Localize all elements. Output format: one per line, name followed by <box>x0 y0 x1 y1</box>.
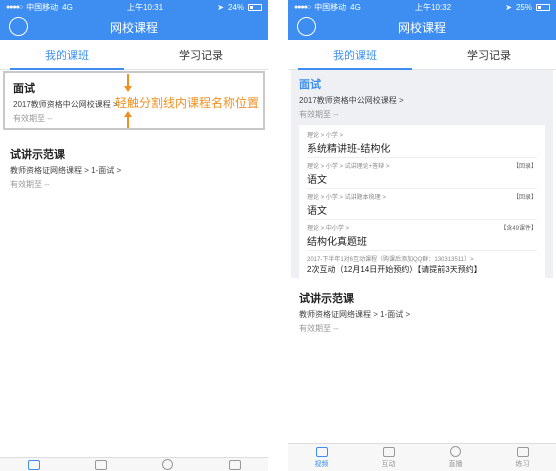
lesson-name[interactable]: 系统精讲班-结构化 <box>307 140 537 155</box>
arrow-down-icon <box>124 86 132 92</box>
tabbar-label: 视频 <box>314 460 329 468</box>
tabbar-practice[interactable] <box>201 458 268 471</box>
pen-icon <box>94 459 107 470</box>
lesson-item[interactable]: 理论 > 小学 > 系统精讲班-结构化 <box>307 127 537 158</box>
pencil-icon <box>228 459 241 470</box>
signal-icon: ●●●●○ <box>294 3 311 11</box>
tab-bar: 我的课班 学习记录 <box>288 40 556 70</box>
course-title[interactable]: 面试 <box>299 76 545 92</box>
lesson-list: 理论 > 小学 > 系统精讲班-结构化 理论 > 小学 > 试讲理论+答辩 > … <box>299 125 545 279</box>
lesson-name[interactable]: 结构化真题班 <box>307 233 537 248</box>
signal-icon: ●●●●○ <box>6 3 23 11</box>
network-label: 4G <box>62 2 73 12</box>
battery-percent: 24% <box>227 2 244 12</box>
battery-percent: 25% <box>515 2 532 12</box>
page-title: 网校课程 <box>109 20 158 35</box>
course-item-demo[interactable]: 试讲示范课 教师资格证网络课程 > 1-面试 > 有效期至 -- <box>0 138 268 194</box>
time-label: 上午10:31 <box>127 2 164 12</box>
lesson-path: 理论 > 小学 > <box>307 133 344 139</box>
lesson-tag: 【回录】 <box>512 164 537 170</box>
avatar-icon[interactable] <box>297 17 316 36</box>
status-bar: ●●●●○ 中国移动 4G 上午10:31 ➤ 24% <box>0 0 268 14</box>
tabbar-label: 互动 <box>381 460 396 468</box>
annotation-arrow-down <box>127 116 129 128</box>
carrier-label: 中国移动 <box>314 2 347 12</box>
location-icon: ➤ <box>217 2 224 12</box>
tab-my-classes[interactable]: 我的课班 <box>288 40 422 70</box>
phone-screen-left: ●●●●○ 中国移动 4G 上午10:31 ➤ 24% 网校课程 我的课班 学习… <box>0 0 268 471</box>
live-icon <box>162 459 173 470</box>
phone-screen-right: ●●●●○ 中国移动 4G 上午10:32 ➤ 25% 网校课程 我的课班 学习… <box>288 0 556 471</box>
course-subtitle[interactable]: 2017教师资格中公网校课程 > <box>299 95 545 106</box>
video-icon <box>27 459 40 470</box>
course-subtitle[interactable]: 教师资格证网络课程 > 1-面试 > <box>10 165 258 176</box>
network-label: 4G <box>350 2 361 12</box>
tabbar-video[interactable] <box>0 458 67 471</box>
lesson-item[interactable]: 理论 > 中小学 > 结构化真题班 【含49课件】 <box>307 220 537 251</box>
annotation-text: 轻触分割线内课程名称位置 <box>115 96 260 110</box>
course-expire: 有效期至 -- <box>299 324 339 333</box>
tab-study-records[interactable]: 学习记录 <box>134 40 268 69</box>
tabbar-label: 直播 <box>448 461 463 468</box>
bottom-tabbar: 视频 互动 直播 练习 <box>288 443 556 471</box>
lesson-path: 理论 > 小学 > 试讲理论+答辩 > <box>307 164 390 170</box>
tabbar-live[interactable]: 直播 <box>422 444 489 471</box>
lesson-name[interactable]: 语文 <box>307 171 537 186</box>
tabbar-video[interactable]: 视频 <box>288 444 355 471</box>
arrow-up-icon <box>124 111 132 117</box>
lesson-item[interactable]: 2017-下半年1对6互动课程（购课后添加QQ群：130313511）> 2次互… <box>307 251 537 277</box>
course-expire: 有效期至 -- <box>13 114 53 123</box>
course-title[interactable]: 试讲示范课 <box>10 146 258 162</box>
pencil-icon <box>516 446 529 457</box>
course-subtitle[interactable]: 教师资格证网络课程 > 1-面试 > <box>299 309 545 320</box>
time-label: 上午10:32 <box>415 2 452 12</box>
lesson-name[interactable]: 2次互动（12月14日开始预约）【请提前3天预约】 <box>307 264 537 275</box>
tab-study-records[interactable]: 学习记录 <box>422 40 556 69</box>
page-title: 网校课程 <box>397 20 446 35</box>
status-bar: ●●●●○ 中国移动 4G 上午10:32 ➤ 25% <box>288 0 556 14</box>
course-title[interactable]: 试讲示范课 <box>299 290 545 306</box>
lesson-path: 理论 > 小学 > 试讲题本梳理 > <box>307 195 386 201</box>
lesson-item[interactable]: 理论 > 小学 > 试讲理论+答辩 > 语文 【回录】 <box>307 158 537 189</box>
course-item-demo[interactable]: 试讲示范课 教师资格证网络课程 > 1-面试 > 有效期至 -- <box>291 283 553 341</box>
lesson-path: 2017-下半年1对6互动课程（购课后添加QQ群：130313511）> <box>307 257 474 263</box>
pen-icon <box>382 446 395 457</box>
tabbar-label: 练习 <box>515 460 530 468</box>
location-icon: ➤ <box>505 2 512 12</box>
lesson-item[interactable]: 理论 > 小学 > 试讲题本梳理 > 语文 【回录】 <box>307 189 537 220</box>
course-expire: 有效期至 -- <box>10 180 50 189</box>
carrier-label: 中国移动 <box>26 2 59 12</box>
battery-icon <box>248 3 262 11</box>
tabbar-live[interactable] <box>134 458 201 471</box>
avatar-icon[interactable] <box>9 17 28 36</box>
nav-bar: 网校课程 <box>288 14 556 40</box>
tab-my-classes[interactable]: 我的课班 <box>0 40 134 70</box>
tabbar-practice[interactable]: 练习 <box>489 444 556 471</box>
lesson-tag: 【回录】 <box>512 195 537 201</box>
lesson-tag: 【含49课件】 <box>500 226 537 232</box>
course-expire: 有效期至 -- <box>299 110 339 119</box>
live-icon <box>450 446 461 457</box>
nav-bar: 网校课程 <box>0 14 268 40</box>
video-icon <box>315 446 328 457</box>
tabbar-interact[interactable]: 互动 <box>355 444 422 471</box>
course-item-interview-expanded[interactable]: 面试 2017教师资格中公网校课程 > 有效期至 -- 理论 > 小学 > 系统… <box>291 70 553 279</box>
tabbar-interact[interactable] <box>67 458 134 471</box>
battery-icon <box>536 3 550 11</box>
bottom-tabbar <box>0 457 268 471</box>
lesson-name[interactable]: 语文 <box>307 202 537 217</box>
tab-bar: 我的课班 学习记录 <box>0 40 268 70</box>
